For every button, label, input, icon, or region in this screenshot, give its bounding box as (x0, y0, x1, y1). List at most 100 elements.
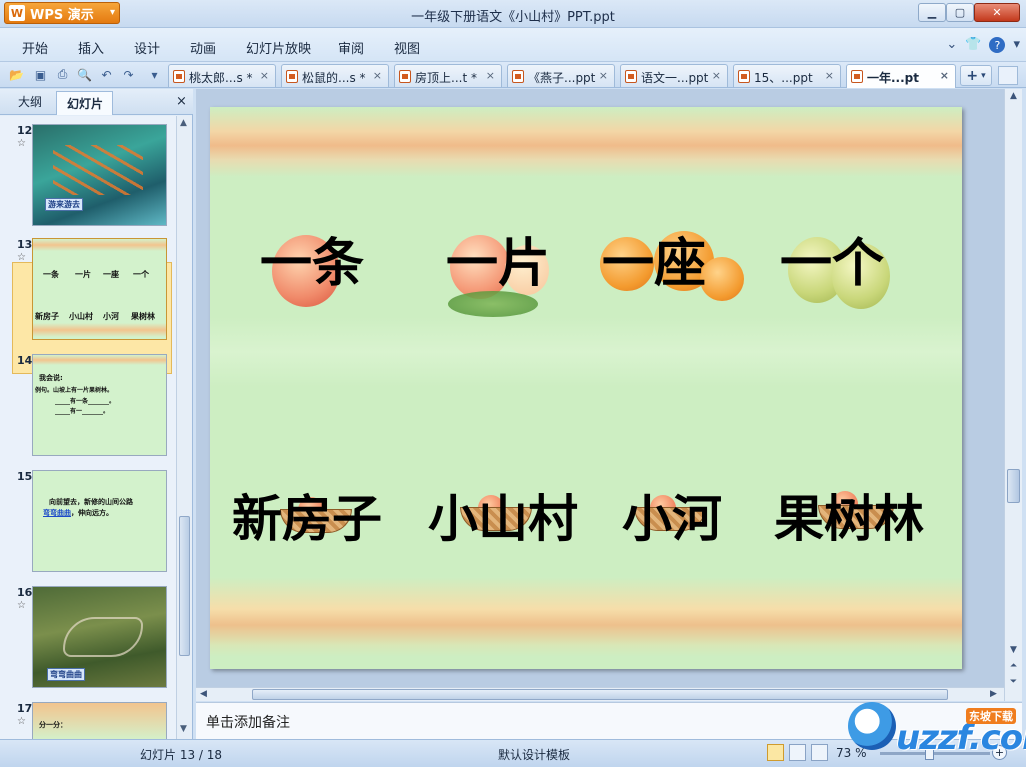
maximize-button[interactable]: ▢ (946, 3, 974, 22)
menu-slideshow[interactable]: 幻灯片放映 (246, 38, 311, 57)
new-tab-button[interactable]: + ▾ (960, 65, 992, 86)
ribbon-collapse-icon[interactable]: ⌄ (946, 37, 957, 53)
help-icon[interactable]: ? (989, 37, 1006, 53)
measure-word: 一个 (780, 233, 885, 294)
slide-thumbnail[interactable]: 弯弯曲曲 (32, 586, 167, 688)
doc-tab[interactable]: 房顶上...t * × (394, 64, 502, 87)
customize-toolbar-icon[interactable]: ▾ (146, 66, 163, 83)
normal-view-button[interactable] (767, 744, 784, 761)
thumb-text: 一条 (43, 270, 59, 279)
thumb-text: _____有一条_______。 (55, 398, 116, 405)
close-button[interactable]: ✕ (974, 3, 1020, 22)
slide-number: 15 (17, 470, 33, 483)
close-pane-icon[interactable]: × (176, 94, 187, 109)
measure-word: 一座 (602, 233, 707, 294)
minimize-button[interactable]: ▁ (918, 3, 946, 22)
redo-icon[interactable]: ↷ (120, 66, 137, 83)
close-tab-icon[interactable]: × (825, 69, 834, 82)
menu-review[interactable]: 审阅 (338, 38, 364, 57)
slide-editing-area: 一条 一片 一座 一个 新房子 小山村 小河 果树林 (196, 89, 1004, 687)
scroll-thumb[interactable] (252, 689, 948, 700)
horizontal-scrollbar[interactable]: ◀ ▶ (196, 687, 1004, 701)
watermark-badge: 东坡下载 (966, 708, 1016, 724)
noun-phrase: 小河 (622, 489, 722, 548)
scroll-down-icon[interactable]: ▼ (180, 724, 187, 734)
close-tab-icon[interactable]: × (599, 69, 608, 82)
fish-image (53, 145, 143, 195)
orange-image (700, 257, 744, 301)
slide-thumbnail[interactable]: 分一分： (32, 702, 167, 739)
next-slide-icon[interactable]: ⏷ (1007, 677, 1020, 691)
scroll-left-icon[interactable]: ◀ (200, 689, 207, 699)
scroll-thumb[interactable] (1007, 469, 1020, 503)
decorative-stripe (210, 577, 962, 657)
thumbnail-scrollbar[interactable]: ▲ ▼ (176, 116, 192, 739)
quick-toolbar-and-tabs: 📂 ▣ ⎙ 🔍 ↶ ↷ ▾ 桃太郎...s * × 松鼠的...s * × 房顶… (0, 62, 1026, 88)
noun-phrase: 新房子 (232, 489, 382, 548)
close-tab-icon[interactable]: × (712, 69, 721, 82)
chevron-down-icon: ▾ (981, 70, 986, 81)
tab-slides[interactable]: 幻灯片 (56, 91, 113, 115)
scroll-up-icon[interactable]: ▲ (1007, 91, 1020, 105)
doc-tab[interactable]: 语文一...ppt × (620, 64, 728, 87)
chevron-down-icon[interactable]: ▾ (1013, 37, 1020, 53)
thumb-text: 我会说: (39, 374, 63, 382)
undo-icon[interactable]: ↶ (98, 66, 115, 83)
menu-bar: 开始 插入 设计 动画 幻灯片放映 审阅 视图 ⌄ 👕 ? ▾ (0, 28, 1026, 62)
watermark-logo-icon (848, 702, 896, 750)
watermark-text: uzzf.com (896, 718, 1026, 758)
doc-tab-label: 桃太郎...s * (189, 71, 253, 85)
close-tab-icon[interactable]: × (260, 69, 269, 82)
slides-pane: 大纲 幻灯片 × 12 ☆ 游来游去 13 ☆ 一条 一片 一座 一个 新房子 … (0, 89, 193, 739)
thumb-text: 新房子 (35, 312, 59, 321)
close-tab-icon[interactable]: × (940, 69, 949, 82)
slide-thumbnail[interactable]: 向前望去，新修的山间公路 弯弯曲曲，伸向远方。 (32, 470, 167, 572)
close-tab-icon[interactable]: × (486, 69, 495, 82)
slide-scrollbar[interactable]: ▲ ▼ ⏶ ⏷ (1004, 89, 1022, 701)
doc-tab-label: 松鼠的...s * (302, 71, 366, 85)
slideshow-view-button[interactable] (811, 744, 828, 761)
thumb-text: 一个 (133, 270, 149, 279)
ppt-file-icon (851, 70, 863, 83)
thumb-text: 果树林 (131, 312, 155, 321)
scroll-up-icon[interactable]: ▲ (180, 118, 187, 128)
save-icon[interactable]: ▣ (32, 66, 49, 83)
slide-number: 13 (17, 238, 33, 251)
print-icon[interactable]: ⎙ (54, 66, 71, 83)
slide-number: 17 (17, 702, 33, 715)
scroll-thumb[interactable] (179, 516, 190, 656)
menu-animation[interactable]: 动画 (190, 38, 216, 57)
thumb-text: 一座 (103, 270, 119, 279)
thumb-text: 分一分： (39, 721, 67, 729)
menu-design[interactable]: 设计 (134, 38, 160, 57)
measure-word: 一条 (260, 233, 365, 294)
scroll-right-icon[interactable]: ▶ (990, 689, 997, 699)
menu-home[interactable]: 开始 (22, 38, 48, 57)
slide-thumbnail[interactable]: 游来游去 (32, 124, 167, 226)
doc-tab[interactable]: 《燕子...ppt × (507, 64, 615, 87)
doc-tab-label: 一年...pt (867, 71, 920, 85)
doc-tab-active[interactable]: 一年...pt × (846, 64, 956, 88)
skin-shirt-icon[interactable]: 👕 (965, 37, 981, 53)
doc-tab[interactable]: 松鼠的...s * × (281, 64, 389, 87)
slide-thumbnail[interactable]: 我会说: 例句。山坡上有一片果树林。 _____有一条_______。 ____… (32, 354, 167, 456)
window-layout-button[interactable] (998, 66, 1018, 85)
doc-tab[interactable]: 15、...ppt × (733, 64, 841, 87)
thumb-stripe (33, 239, 166, 251)
animation-star-icon: ☆ (17, 138, 26, 149)
slide-number: 16 (17, 586, 33, 599)
pane-tabs: 大纲 幻灯片 × (0, 89, 193, 115)
menu-insert[interactable]: 插入 (78, 38, 104, 57)
slide-thumbnail-selected[interactable]: 一条 一片 一座 一个 新房子 小山村 小河 果树林 (32, 238, 167, 340)
slide-number: 12 (17, 124, 33, 137)
doc-tab[interactable]: 桃太郎...s * × (168, 64, 276, 87)
scroll-down-icon[interactable]: ▼ (1007, 645, 1020, 659)
print-preview-icon[interactable]: 🔍 (76, 66, 93, 83)
slide-sorter-view-button[interactable] (789, 744, 806, 761)
tab-outline[interactable]: 大纲 (18, 93, 42, 110)
close-tab-icon[interactable]: × (373, 69, 382, 82)
menu-view[interactable]: 视图 (394, 38, 420, 57)
current-slide[interactable]: 一条 一片 一座 一个 新房子 小山村 小河 果树林 (210, 107, 962, 669)
previous-slide-icon[interactable]: ⏶ (1007, 661, 1020, 675)
open-folder-icon[interactable]: 📂 (8, 66, 25, 83)
